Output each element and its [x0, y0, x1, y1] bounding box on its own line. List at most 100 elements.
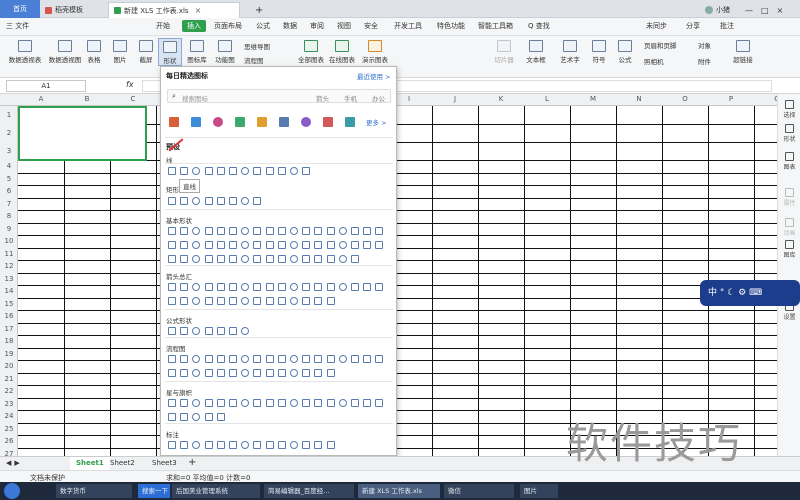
shape-option[interactable] — [168, 241, 176, 249]
shape-option[interactable] — [229, 255, 237, 263]
screenshot-button[interactable]: 截屏 — [134, 40, 158, 64]
shape-option[interactable] — [338, 227, 347, 235]
shape-option[interactable] — [229, 241, 237, 249]
shape-option[interactable] — [204, 167, 213, 175]
flowchart-button[interactable]: 流程图 — [244, 55, 264, 65]
tab-daoke-template[interactable]: 稻壳模板 — [40, 2, 106, 18]
menu-formula[interactable]: 公式 — [256, 21, 270, 31]
shape-option[interactable] — [241, 227, 250, 235]
featured-icon[interactable] — [279, 117, 289, 127]
column-header[interactable]: L — [524, 95, 570, 103]
camera-button[interactable]: 照相机 — [644, 56, 664, 66]
shape-option[interactable] — [168, 441, 176, 449]
shape-option[interactable] — [351, 399, 359, 407]
shape-option[interactable] — [253, 167, 262, 175]
menu-review[interactable]: 审阅 — [310, 21, 324, 31]
column-header[interactable]: J — [432, 95, 478, 103]
pivot-table-button[interactable]: 数据透视表 — [6, 40, 44, 64]
taskbar-item[interactable]: 数字货币 — [56, 484, 132, 498]
shape-option[interactable] — [168, 255, 176, 263]
start-button[interactable] — [4, 483, 20, 499]
close-icon[interactable]: × — [195, 6, 202, 15]
shape-option[interactable] — [363, 241, 372, 249]
sheet-tab-3[interactable]: Sheet3 — [152, 459, 177, 467]
shape-option[interactable] — [241, 441, 250, 449]
shape-option[interactable] — [241, 241, 250, 249]
featured-icon[interactable] — [235, 117, 245, 127]
shape-option[interactable] — [204, 283, 213, 291]
shape-option[interactable] — [180, 413, 189, 421]
shape-option[interactable] — [180, 227, 189, 235]
shape-option[interactable] — [265, 369, 274, 377]
shape-option[interactable] — [229, 197, 237, 205]
shape-option[interactable] — [302, 227, 311, 235]
shape-option[interactable] — [168, 327, 176, 335]
row-header[interactable]: 24 — [0, 412, 18, 420]
shape-option[interactable] — [204, 327, 213, 335]
tag-arrow[interactable]: 箭头 — [316, 93, 329, 103]
shape-option[interactable] — [192, 227, 201, 235]
shape-option[interactable] — [290, 227, 298, 235]
shape-option[interactable] — [375, 241, 384, 249]
more-icons-link[interactable]: 更多 > — [366, 117, 387, 127]
shape-option[interactable] — [204, 227, 213, 235]
shape-option[interactable] — [326, 283, 335, 291]
row-header[interactable]: 12 — [0, 262, 18, 270]
shape-option[interactable] — [326, 241, 335, 249]
shape-option[interactable] — [216, 283, 225, 291]
user-profile[interactable]: 小猪 — [700, 2, 735, 18]
all-charts-button[interactable]: 全部图表 — [296, 40, 326, 64]
shape-option[interactable] — [277, 369, 286, 377]
tab-workbook[interactable]: 新建 XLS 工作表.xls × — [108, 2, 240, 18]
shape-option[interactable] — [302, 355, 311, 363]
shape-option[interactable] — [290, 369, 298, 377]
row-header[interactable]: 14 — [0, 287, 18, 295]
shape-option[interactable] — [192, 241, 201, 249]
shape-option[interactable] — [241, 369, 250, 377]
sidebar-item-properties[interactable]: 属性 — [778, 188, 800, 207]
shape-option[interactable] — [168, 413, 176, 421]
selected-cell-a1[interactable] — [18, 106, 147, 161]
shape-option[interactable] — [241, 355, 250, 363]
column-header[interactable]: A — [18, 95, 64, 103]
row-header[interactable]: 17 — [0, 325, 18, 333]
shape-option[interactable] — [326, 355, 335, 363]
row-header[interactable]: 4 — [0, 162, 18, 170]
table-button[interactable]: 表格 — [84, 40, 104, 64]
row-header[interactable]: 1 — [0, 111, 18, 119]
taskbar-item[interactable]: 搜索一下 — [138, 484, 170, 498]
shape-option[interactable] — [253, 399, 262, 407]
shape-option[interactable] — [351, 255, 359, 263]
window-controls[interactable]: —□× — [740, 2, 796, 18]
shape-option[interactable] — [326, 441, 335, 449]
equation-button[interactable]: 公式 — [614, 40, 636, 64]
shape-option[interactable] — [314, 355, 323, 363]
row-header[interactable]: 21 — [0, 375, 18, 383]
menu-developer[interactable]: 开发工具 — [394, 21, 422, 31]
column-header[interactable]: C — [110, 95, 156, 103]
shape-option[interactable] — [314, 241, 323, 249]
hyperlink-button[interactable]: 超链接 — [728, 40, 758, 64]
shape-option[interactable] — [192, 399, 201, 407]
row-header[interactable]: 20 — [0, 362, 18, 370]
row-header[interactable]: 3 — [0, 147, 18, 155]
shape-option[interactable] — [338, 399, 347, 407]
shape-option[interactable] — [192, 413, 201, 421]
shape-option[interactable] — [192, 167, 201, 175]
shape-option[interactable] — [277, 399, 286, 407]
slicer-button[interactable]: 切片器 — [492, 40, 516, 64]
column-header[interactable]: P — [708, 95, 754, 103]
shape-option[interactable] — [277, 227, 286, 235]
spreadsheet-grid[interactable]: ABCDEFGHIJKLMNOPQ 1234567891011121314151… — [0, 94, 800, 456]
shape-option[interactable] — [229, 283, 237, 291]
shape-option[interactable] — [180, 241, 189, 249]
shape-option[interactable] — [180, 283, 189, 291]
shape-option[interactable] — [168, 197, 176, 205]
shape-option[interactable] — [302, 369, 311, 377]
shape-option[interactable] — [290, 297, 298, 305]
taskbar-item[interactable]: 新建 XLS 工作表.xls — [358, 484, 440, 498]
shape-option[interactable] — [302, 441, 311, 449]
shape-option[interactable] — [180, 369, 189, 377]
recent-used-link[interactable]: 最近使用 > — [357, 71, 391, 81]
shape-option[interactable] — [290, 241, 298, 249]
